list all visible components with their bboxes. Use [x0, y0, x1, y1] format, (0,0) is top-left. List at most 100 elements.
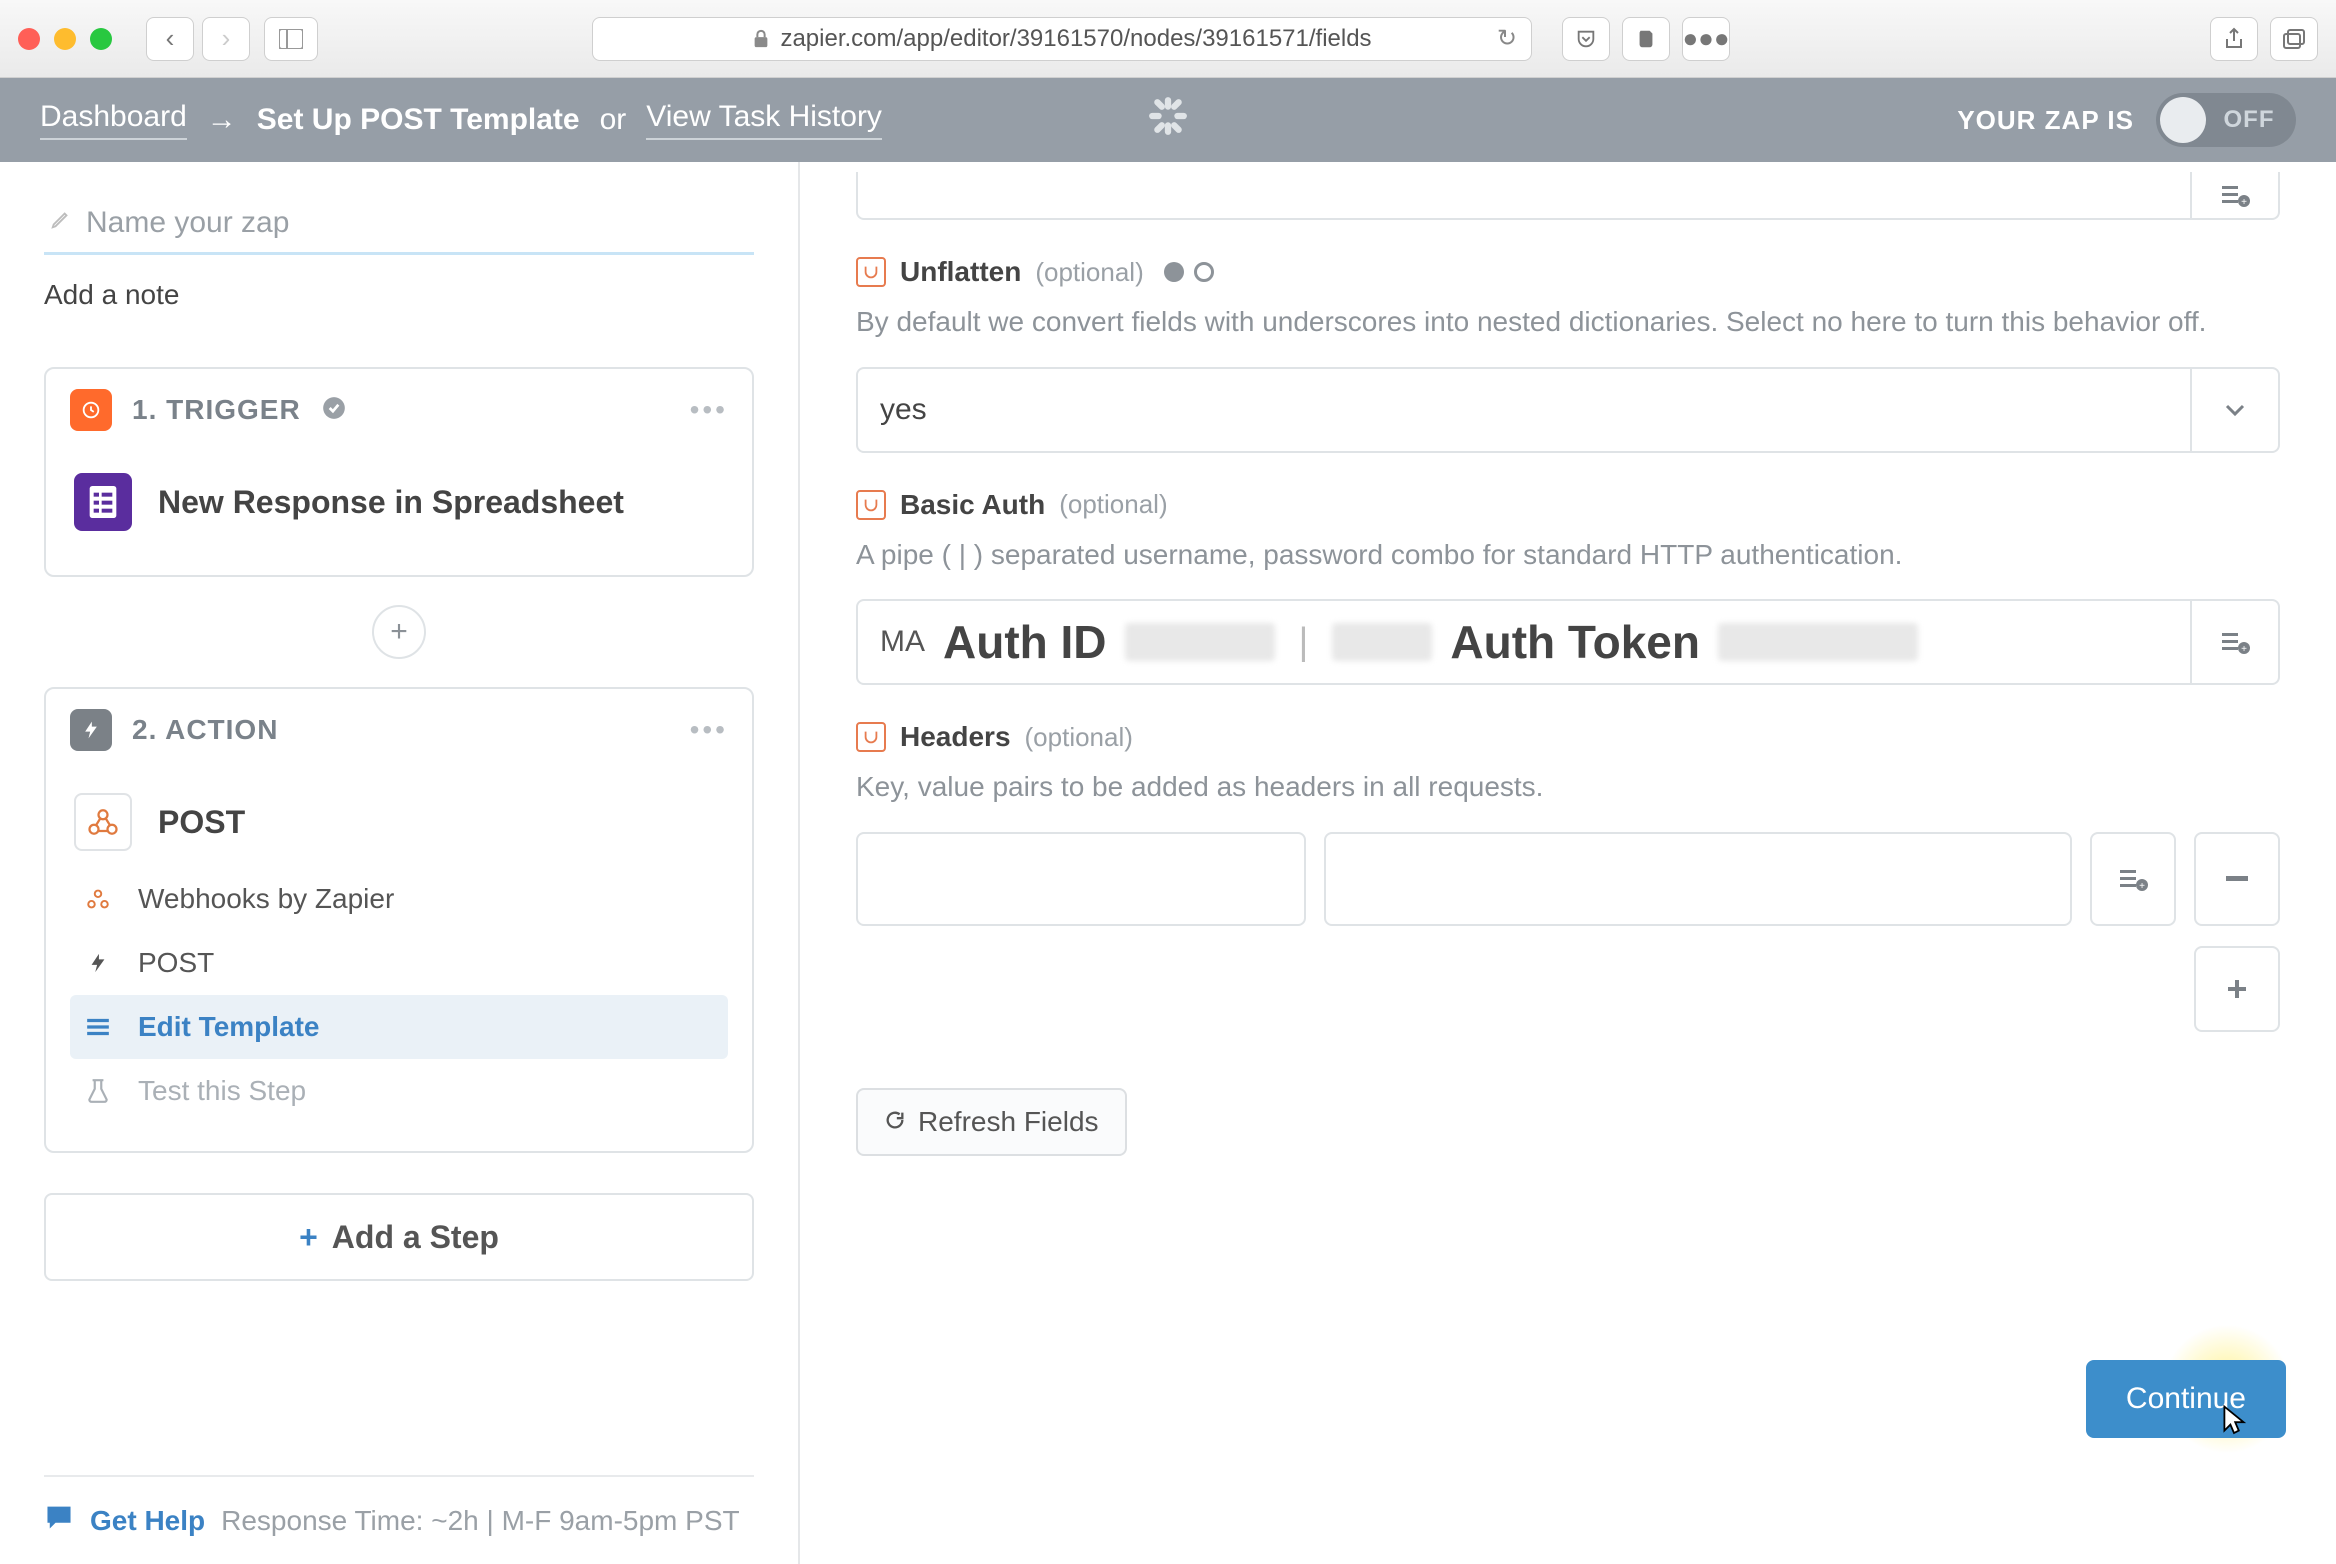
- share-button[interactable]: [2210, 17, 2258, 61]
- add-row-button[interactable]: [2194, 946, 2280, 1032]
- help-bar: Get Help Response Time: ~2h | M-F 9am-5p…: [44, 1475, 754, 1564]
- get-help-link[interactable]: Get Help: [90, 1505, 205, 1537]
- action-label: 2. ACTION: [132, 714, 278, 746]
- check-icon: [321, 395, 347, 426]
- unflatten-help: By default we convert fields with unders…: [856, 302, 2280, 343]
- svg-text:+: +: [2241, 644, 2247, 655]
- toggle-dots-icon[interactable]: [1164, 262, 1214, 282]
- trigger-icon: [70, 389, 112, 431]
- zap-enable-toggle[interactable]: OFF: [2156, 93, 2296, 147]
- remove-row-button[interactable]: [2194, 832, 2280, 926]
- unflatten-value: yes: [880, 393, 927, 427]
- substep-edit-template[interactable]: Edit Template: [70, 995, 728, 1059]
- basic-auth-label: Basic Auth: [900, 489, 1045, 521]
- more-extensions-icon[interactable]: ●●●: [1682, 17, 1730, 61]
- continue-label: Continue: [2126, 1382, 2246, 1415]
- close-window-icon[interactable]: [18, 28, 40, 50]
- headers-field: Headers (optional) Key, value pairs to b…: [856, 721, 2280, 1032]
- substep-test-label: Test this Step: [138, 1075, 306, 1107]
- substep-webhooks[interactable]: Webhooks by Zapier: [70, 867, 728, 931]
- svg-text:+: +: [2241, 197, 2247, 208]
- sidebar: Add a note 1. TRIGGER ••• New Response i: [0, 162, 800, 1564]
- unflatten-select[interactable]: yes: [856, 367, 2192, 453]
- insert-data-button[interactable]: +: [2192, 599, 2280, 685]
- view-history-link[interactable]: View Task History: [646, 100, 882, 140]
- sidebar-toggle-button[interactable]: [264, 17, 318, 61]
- insert-data-button[interactable]: +: [2192, 172, 2280, 220]
- google-forms-icon: [74, 473, 132, 531]
- minimize-window-icon[interactable]: [54, 28, 76, 50]
- breadcrumb-arrow-icon: →: [207, 103, 237, 137]
- zap-status-label: YOUR ZAP IS: [1957, 105, 2134, 136]
- zapier-logo-icon: [1147, 95, 1189, 145]
- action-more-icon[interactable]: •••: [690, 714, 728, 746]
- action-app-name: POST: [158, 804, 245, 841]
- zap-name-input[interactable]: [44, 198, 754, 255]
- reload-icon[interactable]: ↻: [1497, 24, 1517, 53]
- back-button[interactable]: ‹: [146, 17, 194, 61]
- unflatten-optional: (optional): [1035, 257, 1143, 288]
- webhook-icon: [74, 793, 132, 851]
- auth-prefix: MA: [880, 625, 925, 659]
- field-icon: [856, 722, 886, 752]
- header-key-input[interactable]: [856, 832, 1306, 926]
- continue-button[interactable]: Continue: [2086, 1360, 2286, 1438]
- trigger-label: 1. TRIGGER: [132, 394, 301, 426]
- field-icon: [856, 257, 886, 287]
- trigger-app-name: New Response in Spreadsheet: [158, 484, 624, 521]
- action-step-card[interactable]: 2. ACTION ••• POST Webhooks by Zapier PO…: [44, 687, 754, 1153]
- url-text: zapier.com/app/editor/39161570/nodes/391…: [780, 25, 1371, 53]
- traffic-lights: [18, 28, 112, 50]
- substep-post-label: POST: [138, 947, 214, 979]
- refresh-fields-button[interactable]: Refresh Fields: [856, 1088, 1127, 1156]
- redacted-icon: [1332, 623, 1432, 661]
- zapier-header: Dashboard → Set Up POST Template or View…: [0, 78, 2336, 162]
- refresh-label: Refresh Fields: [918, 1106, 1099, 1138]
- add-step-between-button[interactable]: +: [372, 605, 426, 659]
- svg-text:+: +: [2139, 881, 2145, 892]
- main-content: + Unflatten (optional) By default we con…: [800, 162, 2336, 1564]
- pocket-extension-icon[interactable]: [1562, 17, 1610, 61]
- action-icon: [70, 709, 112, 751]
- substep-test[interactable]: Test this Step: [70, 1059, 728, 1123]
- previous-field-input[interactable]: [856, 172, 2192, 220]
- browser-chrome: ‹ › zapier.com/app/editor/39161570/nodes…: [0, 0, 2336, 78]
- bolt-icon: [80, 945, 116, 981]
- chevron-down-icon[interactable]: [2192, 367, 2280, 453]
- tabs-button[interactable]: [2270, 17, 2318, 61]
- add-note-link[interactable]: Add a note: [44, 279, 754, 311]
- chat-icon: [44, 1503, 74, 1538]
- basic-auth-optional: (optional): [1059, 489, 1167, 520]
- redacted-icon: [1125, 623, 1275, 661]
- template-icon: [80, 1009, 116, 1045]
- redacted-icon: [1718, 623, 1918, 661]
- maximize-window-icon[interactable]: [90, 28, 112, 50]
- header-value-input[interactable]: [1324, 832, 2072, 926]
- unflatten-label: Unflatten: [900, 256, 1021, 288]
- substep-webhooks-label: Webhooks by Zapier: [138, 883, 394, 915]
- unflatten-field: Unflatten (optional) By default we conve…: [856, 256, 2280, 453]
- forward-button[interactable]: ›: [202, 17, 250, 61]
- insert-data-button[interactable]: +: [2090, 832, 2176, 926]
- trigger-step-card[interactable]: 1. TRIGGER ••• New Response in Spreadshe…: [44, 367, 754, 577]
- auth-token-label: Auth Token: [1450, 615, 1700, 669]
- basic-auth-field: Basic Auth (optional) A pipe ( | ) separ…: [856, 489, 2280, 686]
- url-bar[interactable]: zapier.com/app/editor/39161570/nodes/391…: [592, 17, 1532, 61]
- substep-post[interactable]: POST: [70, 931, 728, 995]
- dashboard-link[interactable]: Dashboard: [40, 100, 187, 140]
- trigger-more-icon[interactable]: •••: [690, 394, 728, 426]
- help-meta: Response Time: ~2h | M-F 9am-5pm PST: [221, 1505, 739, 1537]
- pipe-separator: |: [1293, 621, 1315, 664]
- plus-icon: +: [299, 1219, 318, 1256]
- field-icon: [856, 490, 886, 520]
- add-step-button[interactable]: + Add a Step: [44, 1193, 754, 1281]
- headers-label: Headers: [900, 721, 1011, 753]
- headers-help: Key, value pairs to be added as headers …: [856, 767, 2280, 808]
- toggle-state: OFF: [2206, 106, 2292, 134]
- webhook-small-icon: [80, 881, 116, 917]
- flask-icon: [80, 1073, 116, 1109]
- evernote-extension-icon[interactable]: [1622, 17, 1670, 61]
- pencil-icon: [50, 208, 72, 235]
- lock-icon: [752, 29, 770, 49]
- basic-auth-input[interactable]: MA Auth ID | Auth Token: [856, 599, 2192, 685]
